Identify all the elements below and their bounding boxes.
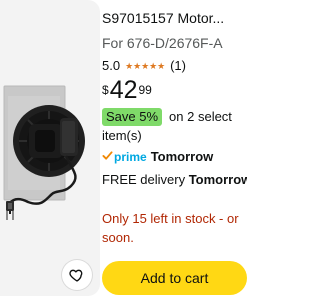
product-title[interactable]: S97015157 Motor... xyxy=(102,9,224,27)
savings-badge: Save 5% xyxy=(102,108,163,126)
star-icon: ★ xyxy=(149,61,158,71)
product-result-card[interactable]: S97015157 Motor... For 676-D/2676F-A 5.0… xyxy=(0,0,247,296)
check-icon xyxy=(102,151,113,160)
rating-value: 5.0 xyxy=(102,58,121,73)
star-icon: ★ xyxy=(157,61,166,71)
savings-items-text: item(s) xyxy=(102,128,142,143)
free-delivery: FREE delivery Tomorrow xyxy=(102,171,247,189)
rating-count[interactable]: (1) xyxy=(170,58,186,74)
wishlist-button[interactable] xyxy=(62,260,92,290)
rating-stars: ★ ★ ★ ★ ★ xyxy=(125,58,165,74)
price-currency: $ xyxy=(102,83,109,97)
add-to-cart-button[interactable]: Add to cart xyxy=(102,261,247,295)
prime-brand-text: prime xyxy=(114,150,147,164)
savings-text: on 2 select xyxy=(169,109,232,124)
savings-row: Save 5% on 2 select xyxy=(102,108,232,126)
stock-status-line-2: soon. xyxy=(102,230,134,245)
prime-delivery-label: Tomorrow xyxy=(150,149,214,164)
price: $ 42 99 xyxy=(102,78,152,108)
price-whole: 42 xyxy=(109,76,138,104)
price-fraction: 99 xyxy=(138,83,152,97)
prime-delivery-row: prime Tomorrow xyxy=(102,148,213,166)
product-details[interactable]: S97015157 Motor... For 676-D/2676F-A 5.0… xyxy=(102,0,247,296)
star-icon: ★ xyxy=(125,61,134,71)
stock-status-line-1: Only 15 left in stock - or xyxy=(102,211,239,226)
rating-row[interactable]: 5.0 ★ ★ ★ ★ ★ (1) xyxy=(102,58,186,74)
blower-motor-image xyxy=(3,85,85,220)
product-image-card[interactable] xyxy=(0,0,100,296)
delivery-day: Tomorrow xyxy=(188,172,247,187)
star-icon: ★ xyxy=(141,61,150,71)
product-subtitle[interactable]: For 676-D/2676F-A xyxy=(102,34,223,52)
heart-icon xyxy=(69,269,83,282)
star-icon: ★ xyxy=(133,61,142,71)
prime-badge: prime xyxy=(102,148,147,166)
delivery-prefix: FREE delivery xyxy=(102,172,189,187)
